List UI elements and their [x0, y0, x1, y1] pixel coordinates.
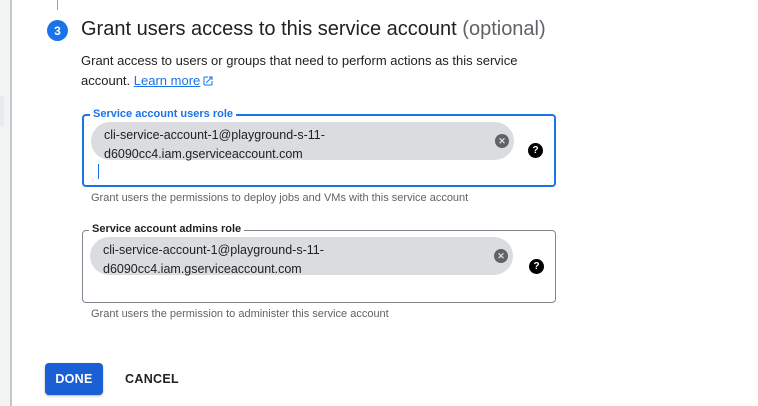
- text-caret: [98, 164, 99, 179]
- cancel-button[interactable]: CANCEL: [120, 363, 184, 395]
- close-circle-icon[interactable]: ✕: [495, 134, 509, 148]
- help-icon[interactable]: ?: [528, 143, 543, 158]
- step-optional-label: (optional): [462, 18, 546, 40]
- users-role-chip[interactable]: cli-service-account-1@playground-s-11- d…: [91, 122, 514, 161]
- admins-role-hint: Grant users the permission to administer…: [91, 308, 389, 320]
- left-gutter: [0, 0, 10, 406]
- learn-more-link[interactable]: Learn more: [134, 73, 214, 88]
- users-role-field[interactable]: Service account users role cli-service-a…: [82, 107, 556, 187]
- admins-role-chip-line2: d6090cc4.iam.gserviceaccount.com: [103, 262, 302, 276]
- left-divider: [10, 0, 12, 406]
- step-title: Grant users access to this service accou…: [81, 18, 546, 41]
- admins-role-field[interactable]: Service account admins role cli-service-…: [82, 222, 556, 303]
- admins-role-label: Service account admins role: [89, 222, 245, 236]
- users-role-hint: Grant users the permissions to deploy jo…: [91, 192, 469, 204]
- users-role-chip-line2: d6090cc4.iam.gserviceaccount.com: [104, 147, 303, 161]
- step-number-badge: 3: [47, 20, 68, 41]
- open-in-new-icon: [203, 76, 213, 86]
- step-title-text: Grant users access to this service accou…: [81, 18, 457, 40]
- step-description: Grant access to users or groups that nee…: [81, 51, 551, 91]
- help-icon[interactable]: ?: [529, 259, 544, 274]
- done-button[interactable]: DONE: [45, 363, 103, 395]
- learn-more-label: Learn more: [133, 73, 201, 88]
- users-role-label: Service account users role: [90, 107, 237, 121]
- users-role-chip-line1: cli-service-account-1@playground-s-11-: [104, 128, 325, 142]
- close-circle-icon[interactable]: ✕: [494, 249, 508, 263]
- admins-role-chip-line1: cli-service-account-1@playground-s-11-: [103, 243, 324, 257]
- admins-role-chip[interactable]: cli-service-account-1@playground-s-11- d…: [90, 237, 513, 276]
- step-connector-line: [57, 0, 58, 10]
- left-gutter-marker: [0, 96, 4, 126]
